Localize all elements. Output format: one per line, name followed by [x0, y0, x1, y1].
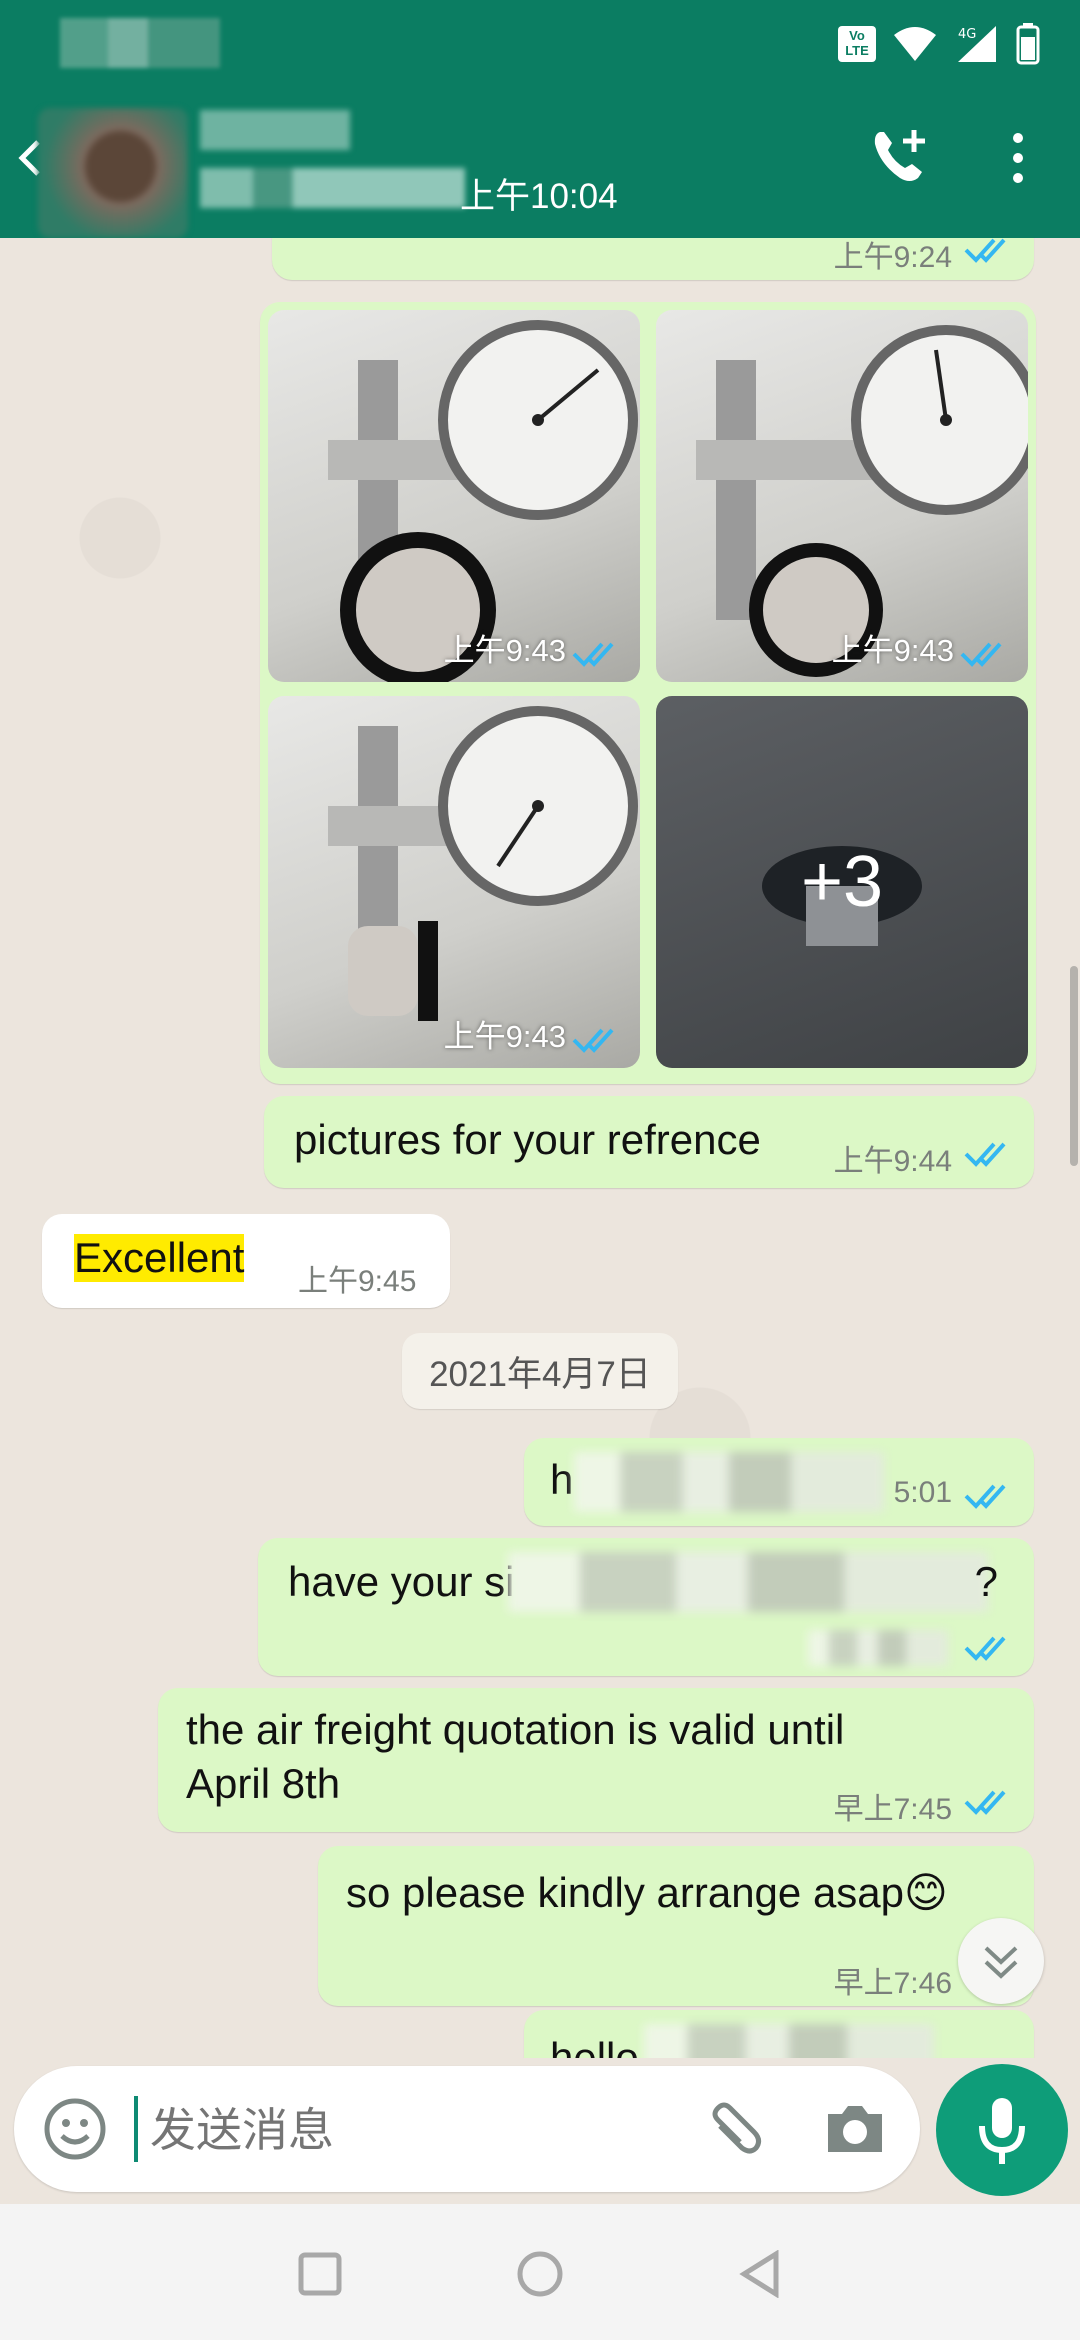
message-time: 5:01: [893, 1476, 952, 1509]
last-seen-time: 上午10:04: [460, 177, 618, 216]
message-bubble[interactable]: so please kindly arrange asap😊 早上7:46: [318, 1846, 1034, 2006]
message-bubble[interactable]: have your si ?: [258, 1538, 1034, 1676]
recent-apps-icon[interactable]: [298, 2252, 342, 2296]
read-ticks-icon: [964, 1636, 1006, 1661]
last-seen-prefix-blurred: [200, 168, 465, 208]
more-photos-count: +3: [800, 842, 884, 922]
message-bubble[interactable]: h 5:01: [524, 1438, 1034, 1526]
message-text: hello: [550, 2034, 639, 2058]
message-text-line: April 8th: [186, 1760, 341, 1807]
scroll-to-bottom-button[interactable]: [958, 1918, 1044, 2004]
read-ticks-icon: [572, 1028, 614, 1053]
back-nav-icon[interactable]: [738, 2250, 782, 2298]
date-separator: 2021年4月7日: [402, 1333, 678, 1409]
read-ticks-icon: [572, 642, 614, 667]
redacted-time: [808, 1630, 948, 1666]
scroll-down-icon: [984, 1946, 1018, 1979]
voice-record-button[interactable]: [936, 2064, 1068, 2196]
message-text: have your si: [288, 1558, 515, 1605]
read-ticks-icon: [964, 1142, 1006, 1167]
message-composer: [14, 2066, 920, 2192]
status-time-blurred: [60, 18, 220, 68]
message-time: 上午9:44: [833, 1145, 952, 1178]
chat-scroll-area[interactable]: 上午9:24 上午9:43 上午9:43 上午9:43 +3 pictures …: [0, 238, 1080, 2058]
attach-icon[interactable]: [700, 2096, 766, 2162]
photo-thumbnail[interactable]: 上午9:43: [656, 310, 1028, 682]
message-input[interactable]: [148, 2094, 672, 2166]
redacted-text: [574, 1452, 884, 1512]
message-text-line: the air freight quotation is valid until: [186, 1706, 845, 1753]
photo-time: 上午9:43: [831, 633, 954, 668]
read-ticks-icon: [964, 1484, 1006, 1509]
message-time: 上午9:24: [833, 241, 952, 274]
battery-icon: [1016, 23, 1040, 65]
camera-icon[interactable]: [822, 2096, 888, 2162]
photo-time: 上午9:43: [443, 633, 566, 668]
message-bubble[interactable]: hello: [524, 2010, 1034, 2058]
read-ticks-icon: [964, 1790, 1006, 1815]
emoji-icon[interactable]: [42, 2096, 108, 2162]
signal-icon: 4G: [958, 26, 996, 62]
svg-text:4G: 4G: [958, 27, 976, 42]
scrollbar-thumb[interactable]: [1070, 966, 1078, 1166]
status-icons: Vo LTE 4G: [838, 22, 1040, 66]
contact-name-blurred[interactable]: [200, 110, 350, 150]
message-bubble[interactable]: 上午9:24: [272, 238, 1034, 280]
chat-header: 上午10:04: [0, 88, 1080, 238]
message-time: 早上7:46: [833, 1967, 952, 2000]
mic-icon: [979, 2098, 1025, 2164]
message-time: 上午9:45: [298, 1265, 417, 1298]
message-bubble[interactable]: pictures for your refrence 上午9:44: [264, 1096, 1034, 1188]
text-caret: [134, 2096, 138, 2162]
photo-thumbnail[interactable]: 上午9:43: [268, 696, 640, 1068]
add-call-icon[interactable]: [870, 126, 930, 186]
read-ticks-icon: [960, 642, 1002, 667]
redacted-text: [508, 1552, 988, 1612]
home-icon[interactable]: [516, 2250, 564, 2298]
message-bubble[interactable]: the air freight quotation is valid until…: [158, 1688, 1034, 1832]
status-bar: Vo LTE 4G: [0, 0, 1080, 88]
message-text-end: ?: [974, 1558, 998, 1605]
read-ticks-icon: [964, 238, 1006, 263]
photo-time: 上午9:43: [443, 1019, 566, 1054]
message-time: 早上7:45: [833, 1793, 952, 1826]
system-navigation-bar: [0, 2204, 1080, 2340]
more-photos-thumbnail[interactable]: +3: [656, 696, 1028, 1068]
photo-thumbnail[interactable]: 上午9:43: [268, 310, 640, 682]
wifi-icon: [894, 27, 936, 61]
contact-avatar[interactable]: [38, 108, 188, 238]
redacted-text: [644, 2024, 934, 2058]
photo-album-bubble[interactable]: 上午9:43 上午9:43 上午9:43 +3: [260, 302, 1036, 1084]
message-bubble-incoming[interactable]: Excellent 上午9:45: [42, 1214, 450, 1308]
more-vert-icon[interactable]: [1006, 128, 1030, 188]
message-text: pictures for your refrence: [294, 1116, 761, 1163]
volte-icon: Vo LTE: [838, 26, 876, 62]
message-text: Excellent: [74, 1234, 245, 1282]
message-text: h: [550, 1456, 574, 1503]
message-text: so please kindly arrange asap😊: [346, 1869, 948, 1916]
